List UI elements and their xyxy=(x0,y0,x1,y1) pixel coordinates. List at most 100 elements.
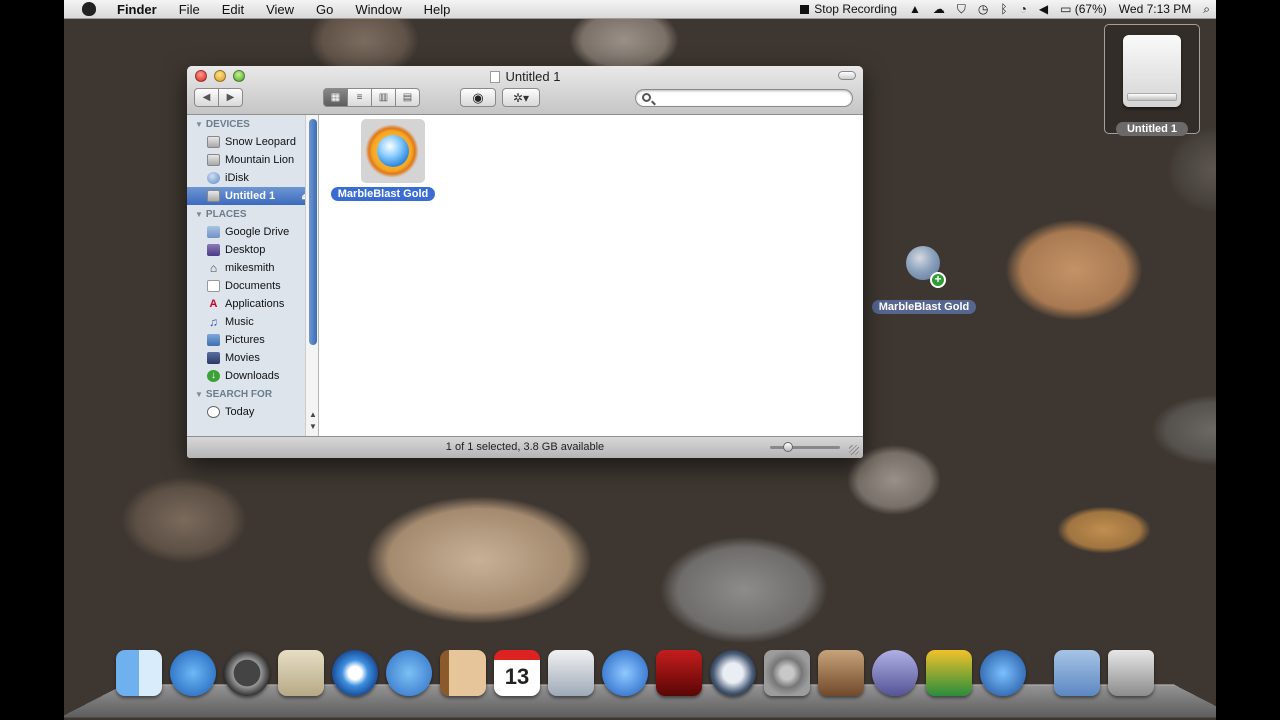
sidebar-item-applications[interactable]: A Applications xyxy=(187,295,318,313)
quick-look-button[interactable]: ◉ xyxy=(460,88,496,107)
gear-icon: ✲▾ xyxy=(513,91,529,105)
clock[interactable]: Wed 7:13 PM xyxy=(1113,0,1197,19)
icon-view-button[interactable]: ▦ xyxy=(323,88,348,107)
icon-size-slider[interactable] xyxy=(770,446,840,449)
applications-folder-icon[interactable] xyxy=(1054,650,1100,696)
facetime-icon[interactable] xyxy=(386,650,432,696)
sidebar-item-snow-leopard[interactable]: Snow Leopard xyxy=(187,133,318,151)
sidebar-item-documents[interactable]: Documents xyxy=(187,277,318,295)
time-machine-icon[interactable]: ◷ xyxy=(972,0,994,19)
spotlight-icon[interactable]: ⌕ xyxy=(1197,0,1216,19)
clock-icon xyxy=(207,406,220,418)
sidebar-item-home[interactable]: ⌂ mikesmith xyxy=(187,259,318,277)
sidebar-item-label: iDisk xyxy=(225,172,249,184)
menu-view[interactable]: View xyxy=(255,0,305,19)
window-title-text: Untitled 1 xyxy=(506,69,561,84)
file-browser-area[interactable]: MarbleBlast Gold xyxy=(319,115,863,436)
script-editor-icon[interactable] xyxy=(872,650,918,696)
bluetooth-icon[interactable]: ᛒ xyxy=(994,0,1013,19)
grapher-icon[interactable] xyxy=(926,650,972,696)
document-icon xyxy=(490,71,500,83)
dragged-file[interactable]: + MarbleBlast Gold xyxy=(870,244,980,316)
folder-icon xyxy=(207,226,220,238)
calendar-icon[interactable]: 13 xyxy=(494,650,540,696)
app-store-icon[interactable] xyxy=(170,650,216,696)
search-input[interactable] xyxy=(658,91,848,105)
menu-file[interactable]: File xyxy=(168,0,211,19)
action-menu-button[interactable]: ✲▾ xyxy=(502,88,540,107)
resize-grip-icon[interactable] xyxy=(849,445,859,455)
desktop-icon xyxy=(207,244,220,256)
keynote-icon[interactable] xyxy=(818,650,864,696)
menu-window[interactable]: Window xyxy=(344,0,412,19)
cloud-icon[interactable]: ☁ xyxy=(927,0,951,19)
sidebar-item-idisk[interactable]: iDisk xyxy=(187,169,318,187)
file-item-marbleblast-gold[interactable]: MarbleBlast Gold xyxy=(331,119,435,199)
photo-booth-icon[interactable] xyxy=(656,650,702,696)
sidebar-item-mountain-lion[interactable]: Mountain Lion xyxy=(187,151,318,169)
scrollbar-thumb[interactable] xyxy=(309,119,317,345)
menu-finder[interactable]: Finder xyxy=(106,0,168,19)
downloads-icon: ↓ xyxy=(207,370,220,382)
shield-icon[interactable]: ⛉ xyxy=(951,0,972,19)
finder-icon[interactable] xyxy=(116,650,162,696)
trash-icon[interactable] xyxy=(1108,650,1154,696)
forward-button[interactable]: ▶ xyxy=(218,88,243,107)
desktop-drive-label[interactable]: Untitled 1 xyxy=(1116,122,1188,136)
stop-recording-label: Stop Recording xyxy=(814,0,897,19)
google-drive-icon[interactable]: ▲ xyxy=(903,0,927,19)
window-title: Untitled 1 xyxy=(187,69,863,84)
scroll-up-arrow-icon[interactable]: ▲ xyxy=(309,410,317,419)
back-button[interactable]: ◀ xyxy=(194,88,219,107)
safari-icon[interactable] xyxy=(332,650,378,696)
dock: 13 xyxy=(116,650,1166,706)
copy-plus-icon: + xyxy=(930,272,946,288)
desktop-drive-icon[interactable] xyxy=(1104,24,1200,134)
search-field[interactable] xyxy=(635,89,853,107)
sidebar-item-today[interactable]: Today xyxy=(187,403,318,421)
menu-go[interactable]: Go xyxy=(305,0,344,19)
volume-icon[interactable]: ◀ xyxy=(1033,0,1054,19)
menu-help[interactable]: Help xyxy=(413,0,462,19)
mail-icon[interactable] xyxy=(278,650,324,696)
menu-edit[interactable]: Edit xyxy=(211,0,255,19)
music-icon: ♫ xyxy=(207,316,220,328)
system-preferences-icon[interactable] xyxy=(764,650,810,696)
quicktime-icon[interactable] xyxy=(980,650,1026,696)
coverflow-view-button[interactable]: ▤ xyxy=(395,88,420,107)
sidebar-header-devices[interactable]: ▼ DEVICES xyxy=(187,115,318,133)
disk-icon xyxy=(207,190,220,202)
dashboard-icon[interactable] xyxy=(224,650,270,696)
calendar-day: 13 xyxy=(494,664,540,690)
sidebar-header-places[interactable]: ▼ PLACES xyxy=(187,205,318,223)
icon-size-slider-knob[interactable] xyxy=(783,442,793,452)
sidebar-scrollbar[interactable]: ▲ ▼ xyxy=(305,115,319,436)
sidebar-item-google-drive[interactable]: Google Drive xyxy=(187,223,318,241)
battery-menu[interactable]: ▭ (67%) xyxy=(1054,0,1113,19)
sidebar-item-label: Applications xyxy=(225,298,284,310)
eye-icon: ◉ xyxy=(472,90,483,106)
hard-drive-icon xyxy=(207,154,220,166)
time-machine-icon[interactable] xyxy=(710,650,756,696)
sidebar-item-label: Untitled 1 xyxy=(225,190,275,202)
sidebar-item-untitled-1[interactable]: Untitled 1⏏ xyxy=(187,187,318,205)
battery-percent: (67%) xyxy=(1075,0,1107,19)
scroll-down-arrow-icon[interactable]: ▼ xyxy=(309,422,317,431)
dragged-file-label: MarbleBlast Gold xyxy=(872,300,976,314)
sidebar-item-label: Desktop xyxy=(225,244,265,256)
sidebar-item-desktop[interactable]: Desktop xyxy=(187,241,318,259)
sidebar-header-search-for[interactable]: ▼ SEARCH FOR xyxy=(187,385,318,403)
stop-recording-menu[interactable]: Stop Recording xyxy=(794,0,903,19)
wifi-icon[interactable]: ◔ xyxy=(1014,0,1033,19)
address-book-icon[interactable] xyxy=(440,650,486,696)
iphoto-icon[interactable] xyxy=(548,650,594,696)
itunes-icon[interactable] xyxy=(602,650,648,696)
sidebar-item-music[interactable]: ♫ Music xyxy=(187,313,318,331)
column-view-button[interactable]: ▥ xyxy=(371,88,396,107)
toolbar-toggle-button[interactable] xyxy=(838,71,856,80)
list-view-button[interactable]: ≡ xyxy=(347,88,372,107)
sidebar-item-movies[interactable]: Movies xyxy=(187,349,318,367)
apple-menu-icon[interactable] xyxy=(82,2,96,16)
sidebar-item-pictures[interactable]: Pictures xyxy=(187,331,318,349)
sidebar-item-downloads[interactable]: ↓ Downloads xyxy=(187,367,318,385)
